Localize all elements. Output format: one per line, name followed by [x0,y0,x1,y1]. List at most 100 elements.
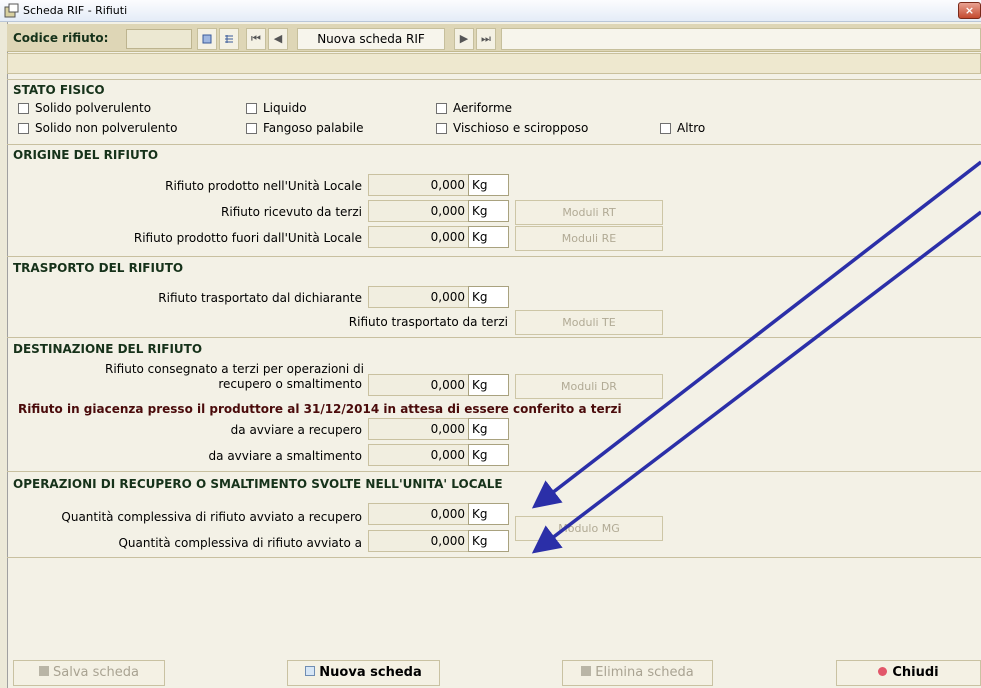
first-record-button[interactable]: ⏮ [246,28,266,50]
new-icon [305,666,316,676]
codice-rifiuto-label: Codice rifiuto: [13,31,109,45]
checkbox-label: Solido non polverulento [35,121,178,135]
operazioni-row-label: Quantità complessiva di rifiuto avviato … [61,510,362,524]
salva-scheda-button[interactable]: Salva scheda [13,660,165,686]
last-record-button[interactable]: ⏭ [476,28,496,50]
first-record-icon: ⏮ [251,32,261,45]
destinazione-row-label: da avviare a smaltimento [208,449,362,463]
checkbox-label: Aeriforme [453,101,513,115]
close-window-button[interactable]: × [958,2,981,19]
form-icon [202,34,212,44]
unit-field: Kg [468,418,509,440]
list-view-button[interactable] [219,28,239,50]
origine-row-label: Rifiuto prodotto nell'Unità Locale [165,179,362,193]
checkbox-aeriforme[interactable]: Aeriforme [436,101,512,115]
divider [7,557,981,558]
next-record-button[interactable]: ▶ [454,28,474,50]
stato-fisico-title: STATO FISICO [13,83,105,97]
divider [7,256,981,257]
destinazione-title: DESTINAZIONE DEL RIFIUTO [13,342,203,356]
codice-rifiuto-input[interactable] [126,29,192,49]
last-record-icon: ⏭ [481,32,491,45]
nuova-scheda-button[interactable]: Nuova scheda [287,660,440,686]
unit-field: Kg [468,226,509,248]
divider [7,144,981,145]
checkbox-box[interactable] [436,102,447,114]
divider [7,337,981,338]
toolbar-filler [501,28,981,50]
consegnato-label-line1: Rifiuto consegnato a terzi per operazion… [104,362,364,376]
delete-icon [581,666,592,676]
prev-record-button[interactable]: ◀ [268,28,288,50]
record-title: Nuova scheda RIF [297,28,445,50]
divider [7,79,981,80]
trasporto-title: TRASPORTO DEL RIFIUTO [13,261,184,275]
unit-field: Kg [468,503,509,525]
giacenza-heading: Rifiuto in giacenza presso il produttore… [18,402,622,416]
title-bar: Scheda RIF - Rifiuti [0,0,981,22]
checkbox-label: Liquido [263,101,307,115]
origine-fuori-value[interactable]: 0,000 [368,226,469,248]
list-icon [225,35,233,43]
checkbox-liquido[interactable]: Liquido [246,101,307,115]
save-icon [39,666,49,676]
quantita-smaltimento-value[interactable]: 0,000 [368,530,469,552]
unit-field: Kg [468,174,509,196]
origine-ricevuto-value[interactable]: 0,000 [368,200,469,222]
form-view-button[interactable] [197,28,217,50]
elimina-scheda-button[interactable]: Elimina scheda [562,660,713,686]
trasporto-dichiarante-value[interactable]: 0,000 [368,286,469,308]
avviare-recupero-value[interactable]: 0,000 [368,418,469,440]
checkbox-label: Vischioso e sciropposo [453,121,589,135]
origine-prodotto-value[interactable]: 0,000 [368,174,469,196]
unit-field: Kg [468,286,509,308]
description-bar [7,53,981,74]
next-record-icon: ▶ [459,32,469,45]
checkbox-box[interactable] [18,102,29,114]
checkbox-box[interactable] [18,122,29,134]
button-label: Elimina scheda [595,665,694,680]
checkbox-box[interactable] [246,122,257,134]
checkbox-label: Fangoso palabile [263,121,364,135]
moduli-te-button[interactable]: Moduli TE [515,310,663,335]
origine-row-label: Rifiuto prodotto fuori dall'Unità Locale [133,231,362,245]
checkbox-solido-non-polverulento[interactable]: Solido non polverulento [18,121,177,135]
consegnato-label-line2: recupero o smaltimento [218,377,362,391]
modulo-mg-button[interactable]: Modulo MG [515,516,663,541]
checkbox-label: Altro [677,121,706,135]
checkbox-box[interactable] [436,122,447,134]
unit-field: Kg [468,444,509,466]
chiudi-button[interactable]: Chiudi [836,660,981,686]
avviare-smaltimento-value[interactable]: 0,000 [368,444,469,466]
window-title: Scheda RIF - Rifiuti [23,4,128,17]
origine-title: ORIGINE DEL RIFIUTO [13,148,159,162]
moduli-dr-button[interactable]: Moduli DR [515,374,663,399]
close-icon: × [964,4,975,17]
origine-row-label: Rifiuto ricevuto da terzi [221,205,362,219]
checkbox-solido-polverulento[interactable]: Solido polverulento [18,101,151,115]
button-label: Salva scheda [53,665,139,680]
trasporto-row-label: Rifiuto trasportato da terzi [348,315,508,329]
destinazione-row-label: da avviare a recupero [230,423,362,437]
quantita-recupero-value[interactable]: 0,000 [368,503,469,525]
consegnato-value[interactable]: 0,000 [368,374,469,396]
prev-record-icon: ◀ [273,32,283,45]
checkbox-altro[interactable]: Altro [660,121,705,135]
checkbox-label: Solido polverulento [35,101,152,115]
button-label: Chiudi [892,665,939,680]
divider [7,471,981,472]
checkbox-box[interactable] [660,122,671,134]
button-label: Nuova scheda [319,665,422,680]
operazioni-title: OPERAZIONI DI RECUPERO O SMALTIMENTO SVO… [13,477,503,491]
unit-field: Kg [468,200,509,222]
close-red-icon [878,667,888,676]
moduli-re-button[interactable]: Moduli RE [515,226,663,251]
operazioni-row-label: Quantità complessiva di rifiuto avviato … [118,536,362,550]
unit-field: Kg [468,374,509,396]
checkbox-box[interactable] [246,102,257,114]
moduli-rt-button[interactable]: Moduli RT [515,200,663,225]
checkbox-fangoso-palabile[interactable]: Fangoso palabile [246,121,363,135]
app-icon [4,3,19,18]
checkbox-vischioso[interactable]: Vischioso e sciropposo [436,121,588,135]
trasporto-row-label: Rifiuto trasportato dal dichiarante [158,291,362,305]
